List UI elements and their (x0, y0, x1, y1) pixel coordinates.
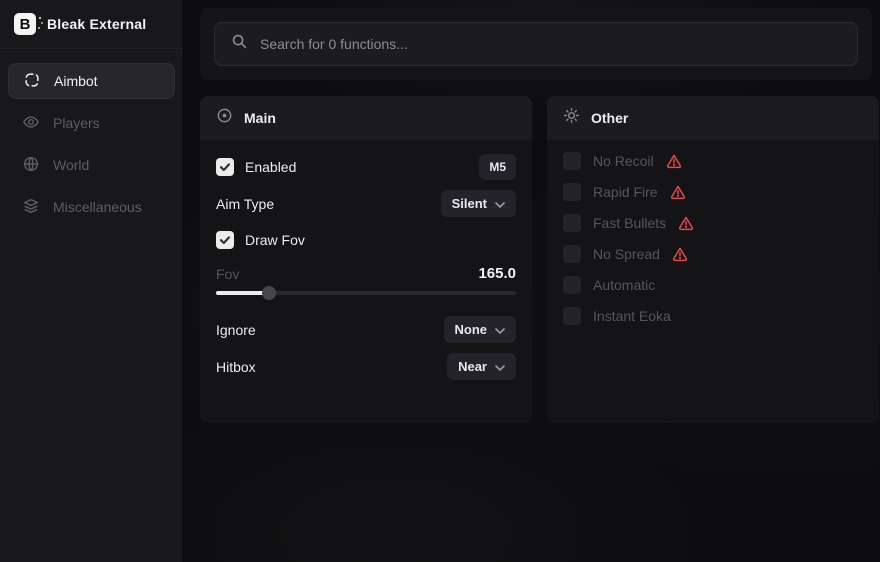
eye-icon (22, 113, 40, 134)
sidebar-item-label: Miscellaneous (53, 199, 142, 215)
other-panel: Other No Recoil Rapid Fire Fast Bullets (547, 96, 879, 423)
sidebar-nav: Aimbot Players World (0, 49, 183, 239)
chevron-down-icon (495, 196, 505, 211)
other-panel-body: No Recoil Rapid Fire Fast Bullets No Spr… (547, 140, 879, 352)
option-label: Fast Bullets (593, 215, 666, 231)
app-logo: B (14, 13, 36, 35)
search-panel: Search for 0 functions... (200, 8, 872, 80)
draw-fov-row: Draw Fov (216, 227, 516, 253)
sidebar-item-label: Aimbot (54, 73, 98, 89)
sidebar-header: B Bleak External (0, 0, 183, 49)
layers-icon (22, 197, 40, 218)
option-no-spread[interactable]: No Spread (563, 245, 863, 263)
sidebar-item-label: World (53, 157, 89, 173)
ignore-value: None (455, 322, 488, 337)
option-rapid-fire[interactable]: Rapid Fire (563, 183, 863, 201)
sidebar-item-aimbot[interactable]: Aimbot (8, 63, 175, 99)
globe-icon (22, 155, 40, 176)
main-panel-header: Main (200, 96, 532, 140)
warning-icon (678, 215, 694, 231)
instant-eoka-checkbox[interactable] (563, 307, 581, 325)
sidebar: B Bleak External Aimbot Players (0, 0, 184, 562)
sidebar-item-world[interactable]: World (8, 147, 175, 183)
gear-icon (563, 107, 580, 129)
aim-type-row: Aim Type Silent (216, 190, 516, 217)
main-panel: Main Enabled M5 Aim Type Silent (200, 96, 532, 423)
chevron-down-icon (495, 322, 505, 337)
other-panel-header: Other (547, 96, 879, 140)
option-label: Automatic (593, 277, 655, 293)
warning-icon (670, 184, 686, 200)
target-icon (216, 107, 233, 129)
fov-value: 165.0 (478, 265, 516, 282)
option-label: Rapid Fire (593, 184, 658, 200)
option-label: Instant Eoka (593, 308, 671, 324)
enabled-label: Enabled (245, 159, 296, 175)
enabled-checkbox[interactable] (216, 158, 234, 176)
aim-type-label: Aim Type (216, 196, 274, 212)
search-input[interactable]: Search for 0 functions... (214, 22, 858, 66)
ignore-row: Ignore None (216, 316, 516, 343)
checkmark-icon (219, 234, 231, 246)
aim-type-value: Silent (452, 196, 487, 211)
enabled-row: Enabled M5 (216, 154, 516, 180)
ignore-dropdown[interactable]: None (444, 316, 517, 343)
fov-slider[interactable] (216, 286, 516, 300)
option-automatic[interactable]: Automatic (563, 276, 863, 294)
option-label: No Recoil (593, 153, 654, 169)
draw-fov-label: Draw Fov (245, 232, 305, 248)
checkmark-icon (219, 161, 231, 173)
fov-row: Fov 165.0 (216, 265, 516, 282)
search-placeholder: Search for 0 functions... (260, 36, 408, 52)
option-fast-bullets[interactable]: Fast Bullets (563, 214, 863, 232)
fov-slider-thumb[interactable] (262, 286, 276, 300)
hitbox-dropdown[interactable]: Near (447, 353, 516, 380)
crosshair-icon (23, 71, 41, 92)
search-icon (231, 33, 248, 55)
hitbox-value: Near (458, 359, 487, 374)
draw-fov-checkbox[interactable] (216, 231, 234, 249)
fast-bullets-checkbox[interactable] (563, 214, 581, 232)
keybind-button[interactable]: M5 (479, 154, 516, 180)
sidebar-item-players[interactable]: Players (8, 105, 175, 141)
warning-icon (666, 153, 682, 169)
fov-label: Fov (216, 266, 239, 282)
panel-title: Main (244, 110, 276, 126)
ignore-label: Ignore (216, 322, 256, 338)
automatic-checkbox[interactable] (563, 276, 581, 294)
aim-type-dropdown[interactable]: Silent (441, 190, 516, 217)
panel-title: Other (591, 110, 628, 126)
chevron-down-icon (495, 359, 505, 374)
hitbox-label: Hitbox (216, 359, 256, 375)
main-panel-body: Enabled M5 Aim Type Silent Draw Fov Fov (200, 140, 532, 394)
no-recoil-checkbox[interactable] (563, 152, 581, 170)
warning-icon (672, 246, 688, 262)
app-title: Bleak External (47, 16, 146, 32)
app-logo-letter: B (20, 16, 31, 33)
no-spread-checkbox[interactable] (563, 245, 581, 263)
rapid-fire-checkbox[interactable] (563, 183, 581, 201)
sidebar-item-miscellaneous[interactable]: Miscellaneous (8, 189, 175, 225)
option-no-recoil[interactable]: No Recoil (563, 152, 863, 170)
hitbox-row: Hitbox Near (216, 353, 516, 380)
option-label: No Spread (593, 246, 660, 262)
sidebar-item-label: Players (53, 115, 100, 131)
option-instant-eoka[interactable]: Instant Eoka (563, 307, 863, 325)
